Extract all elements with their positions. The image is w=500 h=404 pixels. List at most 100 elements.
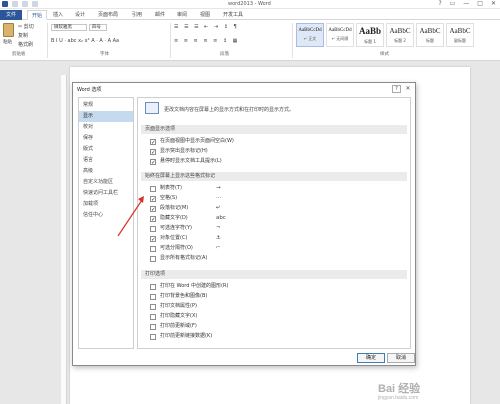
checkbox[interactable] (150, 225, 156, 232)
tab-developer[interactable]: 开发工具 (219, 10, 247, 20)
style-name: 标题 (426, 38, 434, 43)
style-normal[interactable]: AaBbCcDd ↵ 正文 (296, 23, 324, 47)
option-label: 悬停时显示文档工具提示(L) (160, 158, 222, 164)
tab-home[interactable]: 开始 (27, 10, 48, 20)
checkbox[interactable] (150, 148, 156, 155)
option-print-properties[interactable]: 打印文档属性(P) (150, 303, 400, 311)
nav-item-quick-access-toolbar[interactable]: 快速访问工具栏 (79, 188, 133, 199)
redo-icon[interactable] (32, 1, 38, 7)
nav-item-save[interactable]: 保存 (79, 133, 133, 144)
checkbox[interactable] (150, 185, 156, 192)
option-print-hidden-text[interactable]: 打印隐藏文字(X) (150, 313, 400, 321)
option-paragraph-marks[interactable]: 段落标记(M) ↵ (150, 205, 400, 213)
checkbox[interactable] (150, 303, 156, 310)
option-tab-characters[interactable]: 制表符(T) → (150, 185, 400, 193)
nav-item-add-ins[interactable]: 加载项 (79, 199, 133, 210)
copy-button[interactable]: 复制 (18, 32, 28, 39)
nav-item-proofing[interactable]: 校对 (79, 122, 133, 133)
checkbox[interactable] (150, 195, 156, 202)
help-icon[interactable]: ? (438, 0, 441, 7)
checkbox[interactable] (150, 205, 156, 212)
checkbox[interactable] (150, 235, 156, 242)
checkbox[interactable] (150, 158, 156, 165)
option-show-tooltips[interactable]: 悬停时显示文档工具提示(L) (150, 158, 400, 166)
option-label: 段落标记(M) (160, 205, 189, 211)
cancel-button[interactable]: 取消 (387, 353, 415, 363)
option-show-all-marks[interactable]: 显示所有格式标记(A) (150, 255, 400, 263)
font-name-select[interactable]: 微软雅黑 (51, 24, 87, 31)
watermark-logo-text: Bai 经验 (378, 383, 421, 395)
checkbox[interactable] (150, 255, 156, 262)
option-show-whitespace[interactable]: 在页面视图中显示页面间空白(W) (150, 138, 400, 146)
style-no-spacing[interactable]: AaBbCcDd ↵ 无间隔 (326, 23, 354, 47)
checkbox[interactable] (150, 215, 156, 222)
option-label: 打印背景色和图像(B) (160, 293, 208, 299)
undo-icon[interactable] (22, 1, 28, 7)
cut-button[interactable]: ✂ 剪切 (18, 23, 34, 30)
option-label: 对象位置(C) (160, 235, 188, 241)
tab-design[interactable]: 设计 (71, 10, 89, 20)
checkbox[interactable] (150, 333, 156, 340)
dialog-title-bar: Word 选项 ? ✕ (73, 83, 415, 95)
close-icon[interactable]: ✕ (491, 0, 496, 7)
paragraph-list-buttons[interactable]: ☰ ☰ ☰ ⇤ ⇥ ↕ ¶ (174, 24, 239, 30)
option-label: 可选分隔符(O) (160, 245, 193, 251)
style-subtitle[interactable]: AaBbC 副标题 (446, 23, 474, 47)
section-header-format-marks: 始终在屏幕上显示这些格式标记 (141, 172, 407, 181)
nav-item-customize-ribbon[interactable]: 自定义功能区 (79, 177, 133, 188)
paste-icon[interactable] (3, 23, 14, 37)
maximize-icon[interactable]: □ (477, 0, 483, 7)
checkbox[interactable] (150, 283, 156, 290)
checkbox[interactable] (150, 293, 156, 300)
dialog-close-icon[interactable]: ✕ (403, 85, 413, 93)
tab-references[interactable]: 引用 (128, 10, 146, 20)
format-mark-symbol: abc (216, 215, 226, 221)
paste-button[interactable]: 粘贴 (3, 39, 12, 45)
option-optional-breaks[interactable]: 可选分隔符(O) ⌐ (150, 245, 400, 253)
ribbon-display-icon[interactable]: ▭ (450, 0, 456, 7)
word-options-dialog: Word 选项 ? ✕ 常规 显示 校对 保存 版式 语言 高级 自定义功能区 … (72, 82, 416, 366)
style-heading-2[interactable]: AaBbC 标题 2 (386, 23, 414, 47)
style-name: ↵ 正文 (303, 36, 317, 41)
style-heading-1[interactable]: AaBb 标题 1 (356, 23, 384, 47)
save-icon[interactable] (12, 1, 18, 7)
minimize-icon[interactable]: — (463, 0, 469, 7)
nav-item-language[interactable]: 语言 (79, 155, 133, 166)
ok-button[interactable]: 确定 (357, 353, 385, 363)
style-sample: AaBbC (389, 27, 411, 35)
ribbon-divider (170, 23, 171, 58)
format-mark-symbol: ··· (216, 195, 222, 201)
format-painter-button[interactable]: 格式刷 (18, 41, 33, 48)
option-optional-hyphens[interactable]: 可选连字符(Y) ¬ (150, 225, 400, 233)
paragraph-align-buttons[interactable]: ≡ ≡ ≡ ≡ ≡ ↕ ▦ (174, 38, 239, 44)
font-format-buttons[interactable]: B I U · abc x₂ x² A · A · A Aa (51, 38, 119, 44)
style-title[interactable]: AaBbC 标题 (416, 23, 444, 47)
font-size-select[interactable]: 四号 (89, 24, 107, 31)
option-print-drawings[interactable]: 打印在 Word 中创建的图形(R) (150, 283, 400, 291)
option-hidden-text[interactable]: 隐藏文字(D) abc (150, 215, 400, 223)
nav-item-display[interactable]: 显示 (79, 111, 133, 122)
checkbox[interactable] (150, 245, 156, 252)
group-label-font: 字体 (100, 52, 109, 57)
option-show-highlighter[interactable]: 显示突出显示标记(H) (150, 148, 400, 156)
tab-review[interactable]: 审阅 (173, 10, 191, 20)
tab-mailings[interactable]: 邮件 (151, 10, 169, 20)
checkbox[interactable] (150, 313, 156, 320)
tab-file[interactable]: 文件 (0, 10, 22, 20)
checkbox[interactable] (150, 138, 156, 145)
checkbox[interactable] (150, 323, 156, 330)
nav-item-layout[interactable]: 版式 (79, 144, 133, 155)
option-object-anchors[interactable]: 对象位置(C) ⚓ (150, 235, 400, 243)
option-label: 显示突出显示标记(H) (160, 148, 208, 154)
dialog-help-icon[interactable]: ? (392, 85, 401, 93)
option-update-fields[interactable]: 打印前更新域(F) (150, 323, 400, 331)
tab-view[interactable]: 视图 (196, 10, 214, 20)
tab-page-layout[interactable]: 页面布局 (94, 10, 122, 20)
option-print-background[interactable]: 打印背景色和图像(B) (150, 293, 400, 301)
option-update-linked-data[interactable]: 打印前更新链接数据(K) (150, 333, 400, 341)
nav-item-general[interactable]: 常规 (79, 100, 133, 111)
nav-item-advanced[interactable]: 高级 (79, 166, 133, 177)
option-spaces[interactable]: 空格(S) ··· (150, 195, 400, 203)
nav-item-trust-center[interactable]: 信任中心 (79, 210, 133, 221)
tab-insert[interactable]: 插入 (49, 10, 67, 20)
